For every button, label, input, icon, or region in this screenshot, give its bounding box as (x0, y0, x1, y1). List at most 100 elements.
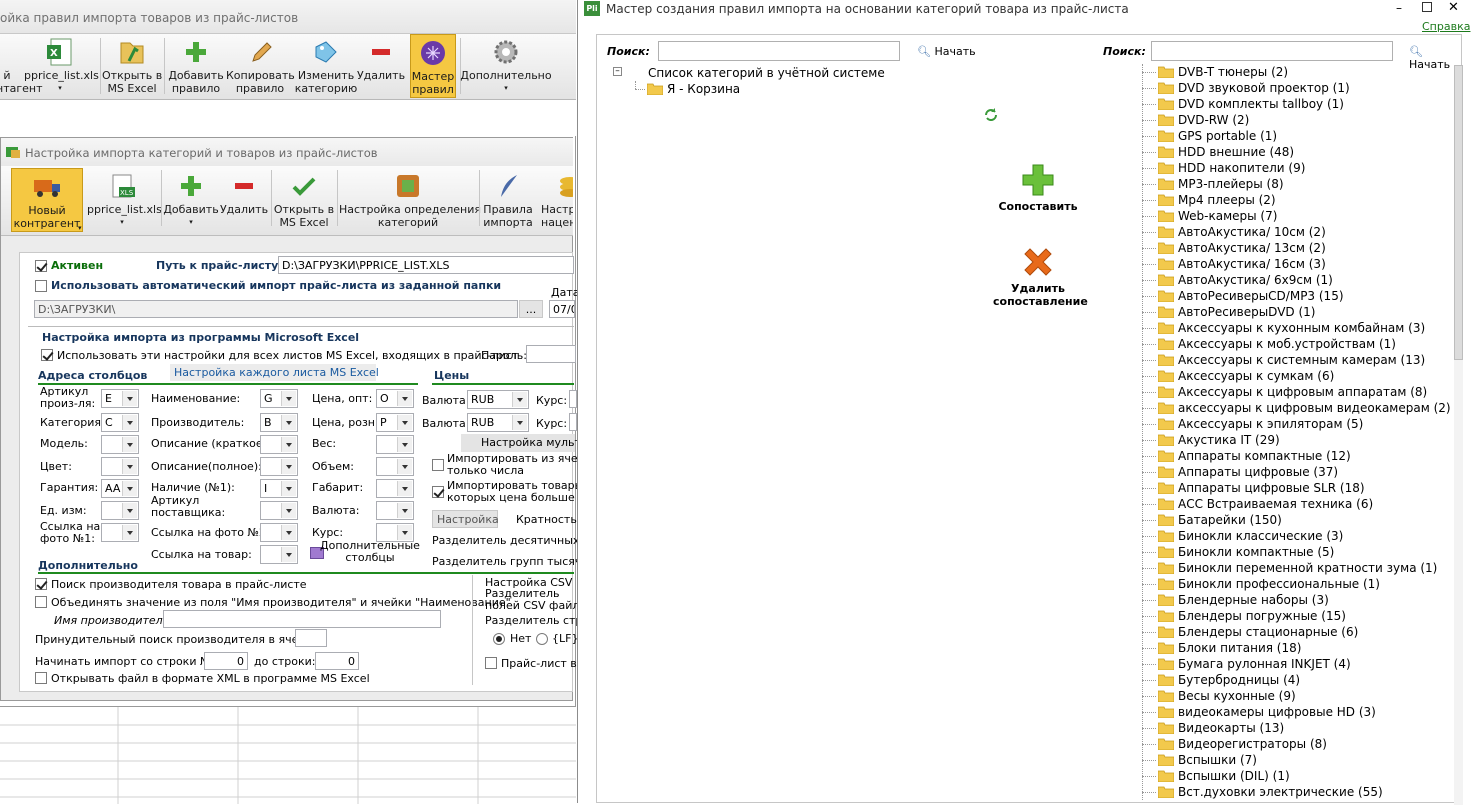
size-select[interactable] (376, 479, 414, 498)
wizard-body: Поиск: 🔍︎ Начать Поиск: 🔍︎ Начать – Спис… (596, 34, 1463, 805)
minimize-button[interactable]: – (1396, 1, 1408, 15)
left-search-button[interactable]: 🔍︎ Начать (917, 45, 976, 58)
rate-field-2[interactable] (569, 413, 577, 431)
list-scrollbar[interactable] (1454, 65, 1463, 805)
photo2-column-select[interactable] (260, 523, 298, 542)
left-search-input[interactable] (658, 41, 900, 61)
supplier-article-select[interactable] (260, 501, 298, 520)
folder-icon (1158, 402, 1174, 414)
ribbon-button-more[interactable]: Дополнительно ▾ (460, 34, 552, 98)
new-contragent-button[interactable]: Новый контрагент ▾ (11, 168, 83, 232)
folder-icon (1158, 546, 1174, 558)
volume-select[interactable] (376, 457, 414, 476)
article-column-select[interactable]: E (101, 389, 139, 408)
ribbon-button-open-excel[interactable]: Открыть в MS Excel (102, 34, 162, 98)
photo1-column-select[interactable] (101, 523, 139, 542)
radio-lf[interactable] (536, 633, 548, 645)
extra-section-title: Дополнительно (38, 559, 138, 572)
maker-column-select[interactable]: B (260, 413, 298, 432)
maximize-button[interactable] (1422, 2, 1432, 12)
ribbon-button-pricelist[interactable]: X pprice_list.xls ▾ (24, 34, 99, 98)
start-row-field[interactable]: 0 (204, 652, 248, 670)
close-button[interactable]: ✕ (1448, 0, 1459, 15)
radio-no[interactable] (493, 633, 505, 645)
category-column-select[interactable]: C (101, 413, 139, 432)
xls-file-icon: XLS (112, 174, 135, 198)
search-icon: 🔍︎ (1409, 45, 1423, 58)
currency-column-select[interactable] (376, 501, 414, 520)
import-goods-checkbox[interactable] (432, 486, 444, 498)
currency-select-1[interactable]: RUB (467, 390, 529, 409)
category-detect-settings-button[interactable]: Настройка определения категорий (339, 168, 481, 232)
browse-button[interactable]: ... (519, 300, 543, 318)
to-row-field[interactable]: 0 (315, 652, 359, 670)
maker-name-field[interactable] (163, 610, 441, 628)
color-column-select[interactable] (101, 457, 139, 476)
markup-settings-button[interactable]: Настр нацен (537, 168, 573, 232)
scrollbar-thumb[interactable] (1454, 65, 1463, 360)
ribbon-button-add-rule[interactable]: Добавить правило (166, 34, 226, 98)
short-description-select[interactable] (260, 435, 298, 454)
model-column-select[interactable] (101, 435, 139, 454)
rate-field-1[interactable] (569, 390, 577, 408)
right-search-input[interactable] (1151, 41, 1393, 61)
match-button[interactable]: Сопоставить (993, 163, 1083, 213)
name-column-select[interactable]: G (260, 389, 298, 408)
extra-columns-button[interactable]: Дополнительные столбцы (320, 540, 420, 564)
stock-column-select[interactable]: I (260, 479, 298, 498)
folder-icon (1158, 242, 1174, 254)
product-link-select[interactable] (260, 545, 298, 564)
folder-icon (1158, 98, 1174, 110)
currency-select-2[interactable]: RUB (467, 413, 529, 432)
category-list-item-label: DVB-T тюнеры (2) (1178, 65, 1289, 79)
date-field[interactable]: 07/0 (549, 300, 575, 318)
start-row-label: Начинать импорт со строки №: (35, 655, 216, 668)
help-link[interactable]: Справка (1422, 20, 1470, 33)
search-maker-checkbox[interactable] (35, 578, 47, 590)
add-button[interactable]: Добавить ▾ (163, 168, 219, 232)
category-list-item-label: Блендерные наборы (3) (1178, 593, 1329, 607)
auto-import-checkbox[interactable] (35, 280, 47, 292)
unit-column-select[interactable] (101, 501, 139, 520)
ribbon-button-wizard[interactable]: Мастер правил (410, 34, 456, 98)
merge-values-label: Объединять значение из поля "Имя произво… (51, 596, 511, 609)
pricelist-path-field[interactable]: D:\ЗАГРУЗКИ\PPRICE_LIST.XLS (278, 256, 574, 274)
weight-select[interactable] (376, 435, 414, 454)
retail-price-select[interactable]: P (376, 413, 414, 432)
forced-search-field[interactable] (295, 629, 327, 647)
tree-child-item[interactable]: Я - Корзина (667, 81, 740, 97)
stock-label: Наличие (№1): (151, 481, 235, 494)
ribbon-button-edit-category[interactable]: Изменить категорию (294, 34, 358, 98)
import-numbers-checkbox[interactable] (432, 459, 444, 471)
multi-currency-button[interactable]: Настройка мульти (461, 434, 588, 452)
warranty-column-select[interactable]: AA (101, 479, 139, 498)
wholesale-price-select[interactable]: O (376, 389, 414, 408)
tree-root-item[interactable]: Список категорий в учётной системе (648, 65, 885, 81)
ribbon-button-contragent[interactable]: й нтагент (0, 34, 43, 98)
price-in-checkbox[interactable] (485, 657, 497, 669)
import-rules-button[interactable]: Правила импорта (481, 168, 535, 232)
open-excel-button[interactable]: Открыть в MS Excel (273, 168, 335, 232)
folder-icon (1158, 786, 1174, 798)
active-checkbox[interactable] (35, 260, 47, 272)
refresh-icon[interactable] (983, 107, 999, 123)
delete-match-button[interactable]: Удалить сопоставление (993, 245, 1088, 308)
category-list-item-label: Бумага рулонная INKJET (4) (1178, 657, 1351, 671)
folder-icon (1158, 354, 1174, 366)
import-folder-field[interactable]: D:\ЗАГРУЗКИ\ (34, 300, 518, 318)
delete-button[interactable]: Удалить (219, 168, 269, 232)
pricelist-file-button[interactable]: XLS pprice_list.xls ▾ (87, 168, 162, 232)
all-sheets-checkbox[interactable] (41, 349, 53, 361)
full-description-select[interactable] (260, 457, 298, 476)
setup-button[interactable]: Настройка (432, 510, 499, 528)
background-grid (0, 706, 576, 804)
merge-values-checkbox[interactable] (35, 596, 47, 608)
ribbon-button-delete[interactable]: Удалить (356, 34, 406, 98)
category-list-item-label: аксессуары к цифровым видеокамерам (2) (1178, 401, 1450, 415)
open-xml-checkbox[interactable] (35, 672, 47, 684)
each-sheet-settings-button[interactable]: Настройка каждого листа MS Excel (170, 364, 379, 381)
ribbon-button-copy-rule[interactable]: Копировать правило (226, 34, 295, 98)
tree-collapse-toggle[interactable]: – (613, 67, 622, 76)
rate-column-select[interactable] (376, 523, 414, 542)
password-field[interactable] (526, 345, 576, 363)
